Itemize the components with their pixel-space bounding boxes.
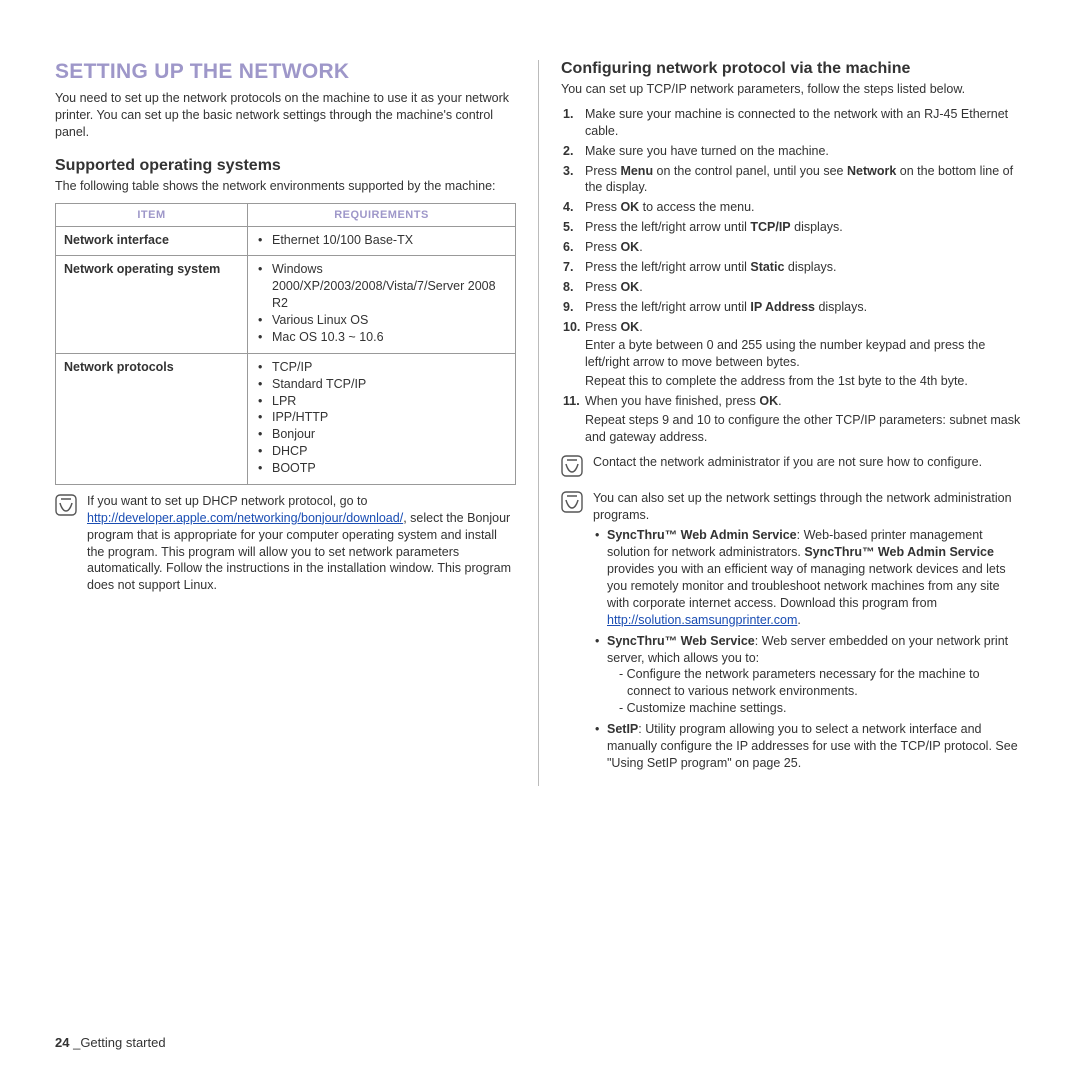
- note-dhcp: If you want to set up DHCP network proto…: [55, 493, 516, 594]
- step-10: Press OK. Enter a byte between 0 and 255…: [585, 319, 1023, 391]
- footer-sep: _: [69, 1035, 80, 1050]
- samsung-link[interactable]: http://solution.samsungprinter.com: [607, 613, 797, 627]
- req-item: Mac OS 10.3 ~ 10.6: [272, 329, 507, 346]
- req-item: DHCP: [272, 443, 507, 460]
- requirements-table: ITEM REQUIREMENTS Network interface Ethe…: [55, 203, 516, 485]
- document-page: SETTING UP THE NETWORK You need to set u…: [0, 0, 1080, 1080]
- step-2: Make sure you have turned on the machine…: [585, 143, 1023, 160]
- cell-item: Network operating system: [56, 256, 248, 353]
- step-11: When you have finished, press OK. Repeat…: [585, 393, 1023, 446]
- main-heading: SETTING UP THE NETWORK: [55, 60, 516, 84]
- step-9: Press the left/right arrow until IP Addr…: [585, 299, 1023, 316]
- step-8: Press OK.: [585, 279, 1023, 296]
- page-footer: 24 _Getting started: [55, 1035, 166, 1050]
- note-icon: [561, 455, 583, 480]
- note-contact-admin: Contact the network administrator if you…: [561, 454, 1023, 480]
- configure-intro: You can set up TCP/IP network parameters…: [561, 81, 1023, 98]
- note2-item-setip: SetIP: Utility program allowing you to s…: [593, 721, 1023, 772]
- bonjour-link[interactable]: http://developer.apple.com/networking/bo…: [87, 511, 403, 525]
- req-item: Ethernet 10/100 Base-TX: [272, 232, 507, 249]
- step-4: Press OK to access the menu.: [585, 199, 1023, 216]
- table-row: Network protocols TCP/IP Standard TCP/IP…: [56, 353, 516, 484]
- cell-req: Ethernet 10/100 Base-TX: [248, 226, 516, 256]
- left-column: SETTING UP THE NETWORK You need to set u…: [55, 60, 539, 786]
- note2-intro: You can also set up the network settings…: [593, 491, 1012, 522]
- note-pre: If you want to set up DHCP network proto…: [87, 494, 367, 508]
- note-text: If you want to set up DHCP network proto…: [85, 493, 516, 594]
- req-item: Standard TCP/IP: [272, 376, 507, 393]
- intro-paragraph: You need to set up the network protocols…: [55, 90, 516, 141]
- right-column: Configuring network protocol via the mac…: [539, 60, 1023, 786]
- step-6: Press OK.: [585, 239, 1023, 256]
- note2-item-syncthru-admin: SyncThru™ Web Admin Service: Web-based p…: [593, 527, 1023, 628]
- page-number: 24: [55, 1035, 69, 1050]
- cell-req: Windows 2000/XP/2003/2008/Vista/7/Server…: [248, 256, 516, 353]
- note-text: Contact the network administrator if you…: [591, 454, 1023, 471]
- note-icon: [55, 494, 77, 519]
- req-item: Various Linux OS: [272, 312, 507, 329]
- step-10-extra2: Repeat this to complete the address from…: [585, 373, 1023, 390]
- cell-item: Network protocols: [56, 353, 248, 484]
- dash-item: - Customize machine settings.: [619, 700, 1023, 717]
- supported-os-heading: Supported operating systems: [55, 157, 516, 175]
- step-10-extra: Enter a byte between 0 and 255 using the…: [585, 337, 1023, 371]
- configure-heading: Configuring network protocol via the mac…: [561, 60, 1023, 78]
- req-item: TCP/IP: [272, 359, 507, 376]
- th-item: ITEM: [56, 203, 248, 226]
- note-admin-programs: You can also set up the network settings…: [561, 490, 1023, 776]
- step-1: Make sure your machine is connected to t…: [585, 106, 1023, 140]
- note-text: You can also set up the network settings…: [591, 490, 1023, 776]
- step-11-extra: Repeat steps 9 and 10 to configure the o…: [585, 412, 1023, 446]
- table-row: Network operating system Windows 2000/XP…: [56, 256, 516, 353]
- req-item: Windows 2000/XP/2003/2008/Vista/7/Server…: [272, 261, 507, 312]
- step-3: Press Menu on the control panel, until y…: [585, 163, 1023, 197]
- dash-item: - Configure the network parameters neces…: [619, 666, 1023, 700]
- cell-item: Network interface: [56, 226, 248, 256]
- req-item: Bonjour: [272, 426, 507, 443]
- table-row: Network interface Ethernet 10/100 Base-T…: [56, 226, 516, 256]
- steps-list: Make sure your machine is connected to t…: [561, 106, 1023, 446]
- th-requirements: REQUIREMENTS: [248, 203, 516, 226]
- cell-req: TCP/IP Standard TCP/IP LPR IPP/HTTP Bonj…: [248, 353, 516, 484]
- note2-item-syncthru-web: SyncThru™ Web Service: Web server embedd…: [593, 633, 1023, 717]
- note-icon: [561, 491, 583, 516]
- req-item: BOOTP: [272, 460, 507, 477]
- footer-label: Getting started: [80, 1035, 165, 1050]
- step-7: Press the left/right arrow until Static …: [585, 259, 1023, 276]
- supported-os-intro: The following table shows the network en…: [55, 178, 516, 195]
- step-5: Press the left/right arrow until TCP/IP …: [585, 219, 1023, 236]
- req-item: IPP/HTTP: [272, 409, 507, 426]
- req-item: LPR: [272, 393, 507, 410]
